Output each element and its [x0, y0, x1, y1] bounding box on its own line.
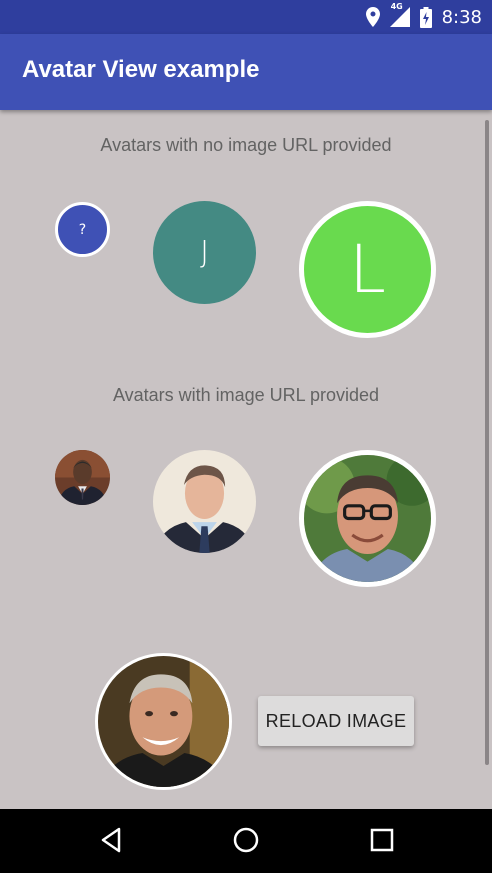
man-glasses-outdoors-photo — [304, 455, 431, 582]
avatar-letter: ? — [78, 221, 87, 238]
content-area[interactable]: Avatars with no image URL provided ? J L… — [0, 110, 492, 809]
section-label-no-url: Avatars with no image URL provided — [100, 135, 392, 155]
section-label-with-url: Avatars with image URL provided — [112, 385, 380, 405]
location-icon — [365, 7, 380, 27]
scrollbar[interactable] — [485, 120, 489, 765]
man-dark-suit-photo — [55, 450, 110, 505]
navigation-bar — [0, 809, 492, 873]
avatar-photo-small — [55, 450, 110, 505]
avatar-photo-medium — [153, 450, 256, 553]
network-type-label: 4G — [390, 2, 403, 11]
status-bar: 4G 8:38 — [0, 0, 492, 34]
avatar-letter: J — [200, 235, 209, 270]
man-blue-shirt-tie-photo — [153, 450, 256, 553]
avatar-j: J — [153, 201, 256, 304]
avatar-letter: L — [349, 231, 386, 308]
battery-icon — [419, 6, 432, 28]
back-icon[interactable] — [97, 825, 127, 855]
recents-icon[interactable] — [367, 825, 397, 855]
avatar-photo-large — [299, 450, 436, 587]
status-icons: 4G 8:38 — [365, 2, 482, 28]
home-icon[interactable] — [231, 825, 261, 855]
app-bar: Avatar View example — [0, 34, 492, 110]
avatar-question: ? — [55, 202, 110, 257]
status-time: 8:38 — [441, 6, 482, 28]
signal-icon: 4G — [389, 2, 410, 27]
app-title: Avatar View example — [22, 56, 260, 83]
smiling-man-photo — [98, 656, 229, 787]
reload-image-button[interactable]: RELOAD IMAGE — [258, 696, 414, 746]
avatar-photo-reload — [95, 653, 232, 790]
avatar-l: L — [299, 201, 436, 338]
